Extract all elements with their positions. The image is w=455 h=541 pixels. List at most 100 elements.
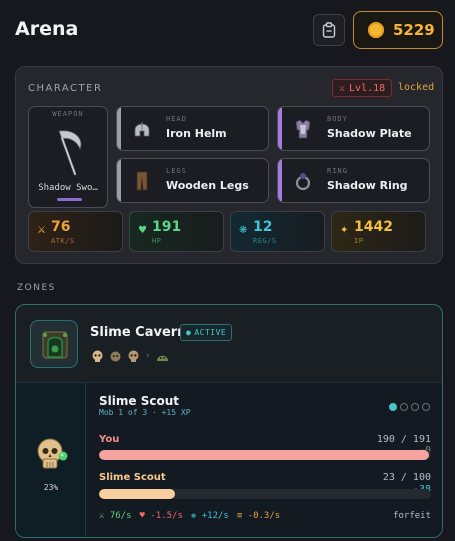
regen-icon: ❋ — [239, 225, 248, 236]
clipboard-icon — [322, 22, 336, 38]
forfeit-button[interactable]: forfeit — [393, 511, 431, 521]
skull-enemy-icon — [37, 438, 68, 469]
goblin-mob-icon — [110, 351, 121, 361]
gold-balance-button[interactable]: 5229 — [353, 11, 443, 49]
player-hp-fill — [99, 450, 430, 460]
stat-regen: ❋ 12 REG/S — [230, 211, 325, 252]
regen-icon: ❋ — [190, 511, 202, 521]
stat-ip: ✦ 1442 IP — [331, 211, 426, 252]
lock-status[interactable]: locked — [398, 82, 434, 93]
swords-icon: ⚔ — [339, 82, 346, 94]
cave-portal-icon — [42, 331, 68, 359]
slot-item-name: Shadow Plate — [327, 127, 412, 140]
inventory-button[interactable] — [313, 14, 345, 46]
skull-mob-icon — [92, 350, 103, 362]
zone-mob-list: › — [90, 347, 170, 365]
gold-amount: 5229 — [393, 21, 435, 39]
zones-section-label: ZONES — [17, 283, 56, 293]
equipment-slot-ring[interactable]: RING Shadow Ring — [277, 158, 430, 203]
player-hp-bar — [99, 450, 431, 460]
mob-dot — [411, 403, 419, 411]
combat-rates: ⚔ 76/s ♥ -1.5/s ❋ +12/s ≡ -0.3/s — [99, 511, 280, 521]
level-badge: ⚔ Lvl.18 — [332, 79, 393, 97]
rarity-edge — [117, 159, 121, 202]
enemy-hp-bar — [99, 489, 431, 499]
mob-dot — [389, 403, 397, 411]
slot-item-name: Shadow Ring — [327, 179, 408, 192]
slot-item-name: Wooden Legs — [166, 179, 249, 192]
player-hp-label: You — [99, 434, 120, 445]
skull-mob-icon — [128, 350, 139, 362]
swords-icon: ⚔ — [99, 511, 110, 521]
stat-label: IP — [354, 237, 364, 245]
slot-label: LEGS — [166, 167, 187, 175]
battle-panel: 23% Slime Scout Mob 1 of 3 · +15 XP You … — [16, 382, 442, 537]
rarity-edge — [278, 159, 282, 202]
character-section-label: CHARACTER — [28, 83, 103, 94]
zone-card-slime-cavern[interactable]: Slime Cavern ● ACTIVE › 23% Slime Scout … — [15, 304, 443, 538]
scythe-icon — [58, 130, 82, 176]
stat-value: 12 — [253, 219, 273, 235]
swords-icon: ⚔ — [37, 225, 46, 236]
stat-label: REG/S — [253, 237, 277, 245]
status-dot-icon: ● — [186, 328, 192, 337]
damage-rate: ♥ -1.5/s — [140, 511, 183, 521]
mob-progress-dots — [389, 403, 430, 411]
zone-name: Slime Cavern — [90, 325, 187, 340]
slot-item-name: Iron Helm — [166, 127, 227, 140]
top-bar: Arena 5229 — [0, 0, 455, 60]
slot-label: BODY — [327, 115, 348, 123]
stat-value: 1442 — [354, 219, 393, 235]
equipment-slot-head[interactable]: HEAD Iron Helm — [116, 106, 269, 151]
boss-slime-icon — [156, 355, 168, 361]
enemy-hp-text: 23 / 100 — [382, 472, 431, 483]
character-panel: CHARACTER ⚔ Lvl.18 locked WEAPON Shadow … — [15, 66, 443, 264]
slot-label: HEAD — [166, 115, 187, 123]
mob-info: Mob 1 of 3 · +15 XP — [99, 408, 191, 417]
equipment-slot-legs[interactable]: LEGS Wooden Legs — [116, 158, 269, 203]
heart-icon: ♥ — [139, 511, 151, 521]
heart-icon: ♥ — [138, 225, 147, 236]
weapon-rarity-bar — [57, 198, 82, 201]
zone-status-badge: ● ACTIVE — [180, 324, 233, 341]
stat-value: 76 — [51, 219, 71, 235]
regen-rate: ❋ +12/s — [191, 511, 229, 521]
rarity-edge — [117, 107, 121, 150]
zone-icon — [30, 320, 78, 368]
ring-icon — [295, 173, 311, 191]
slot-label: RING — [327, 167, 348, 175]
page-title: Arena — [15, 18, 79, 40]
attack-rate-value: 76/s — [109, 511, 132, 521]
attack-rate: ⚔ 76/s — [99, 511, 132, 521]
coin-icon — [368, 22, 384, 38]
stat-label: HP — [152, 237, 162, 245]
legs-icon — [136, 171, 148, 191]
chevron-right-icon: › — [146, 351, 150, 361]
drain-rate: ≡ -0.3/s — [237, 511, 280, 521]
enemy-hp-fill — [99, 489, 176, 499]
weapon-name: Shadow Swo… — [38, 183, 98, 193]
level-text: Lvl.18 — [349, 82, 386, 94]
stat-label: ATK/S — [51, 237, 75, 245]
enemy-hp-label: Slime Scout — [99, 472, 166, 483]
stat-value: 191 — [152, 219, 182, 235]
helm-icon — [134, 122, 150, 137]
rarity-edge — [278, 107, 282, 150]
player-hp-text: 190 / 191 — [376, 434, 431, 445]
drain-icon: ≡ — [236, 511, 248, 521]
drain-rate-value: -0.3/s — [247, 511, 281, 521]
enemy-progress-text: 23% — [43, 483, 59, 492]
zone-status-text: ACTIVE — [194, 328, 227, 337]
weapon-slot-label: WEAPON — [52, 110, 84, 118]
regen-rate-value: +12/s — [201, 511, 229, 521]
enemy-name: Slime Scout — [99, 394, 179, 408]
enemy-portrait-column: 23% — [16, 383, 86, 537]
weapon-slot[interactable]: WEAPON Shadow Swo… — [28, 106, 108, 208]
star-icon: ✦ — [340, 225, 349, 236]
mob-dot — [422, 403, 430, 411]
equipment-slot-body[interactable]: BODY Shadow Plate — [277, 106, 430, 151]
stat-attack: ⚔ 76 ATK/S — [28, 211, 123, 252]
stat-hp: ♥ 191 HP — [129, 211, 224, 252]
mob-dot — [400, 403, 408, 411]
armor-icon — [295, 119, 311, 139]
